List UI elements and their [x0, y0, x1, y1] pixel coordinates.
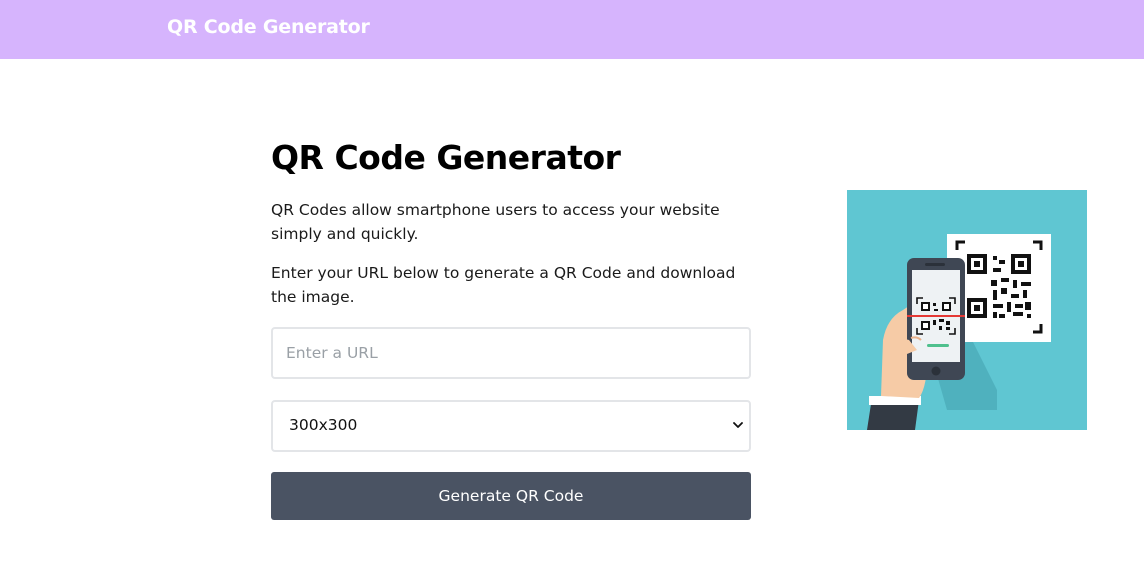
chevron-down-icon [733, 422, 743, 428]
brand-logo-text[interactable]: QR Code Generator [167, 16, 370, 38]
qr-scan-illustration [847, 190, 1087, 430]
intro-text: QR Codes allow smartphone users to acces… [271, 201, 720, 243]
url-input[interactable] [271, 327, 751, 379]
page-title: QR Code Generator [271, 138, 621, 177]
generator-form-section: QR Code Generator QR Codes allow smartph… [271, 132, 751, 520]
generate-qr-button[interactable]: Generate QR Code [271, 472, 751, 520]
size-select-value: 300x300 [289, 416, 358, 434]
top-navbar: QR Code Generator [0, 0, 1144, 59]
phone-scanning-qr-icon [867, 234, 1051, 430]
size-select[interactable]: 300x300 [271, 400, 751, 452]
instructions-text: Enter your URL below to generate a QR Co… [271, 264, 736, 306]
